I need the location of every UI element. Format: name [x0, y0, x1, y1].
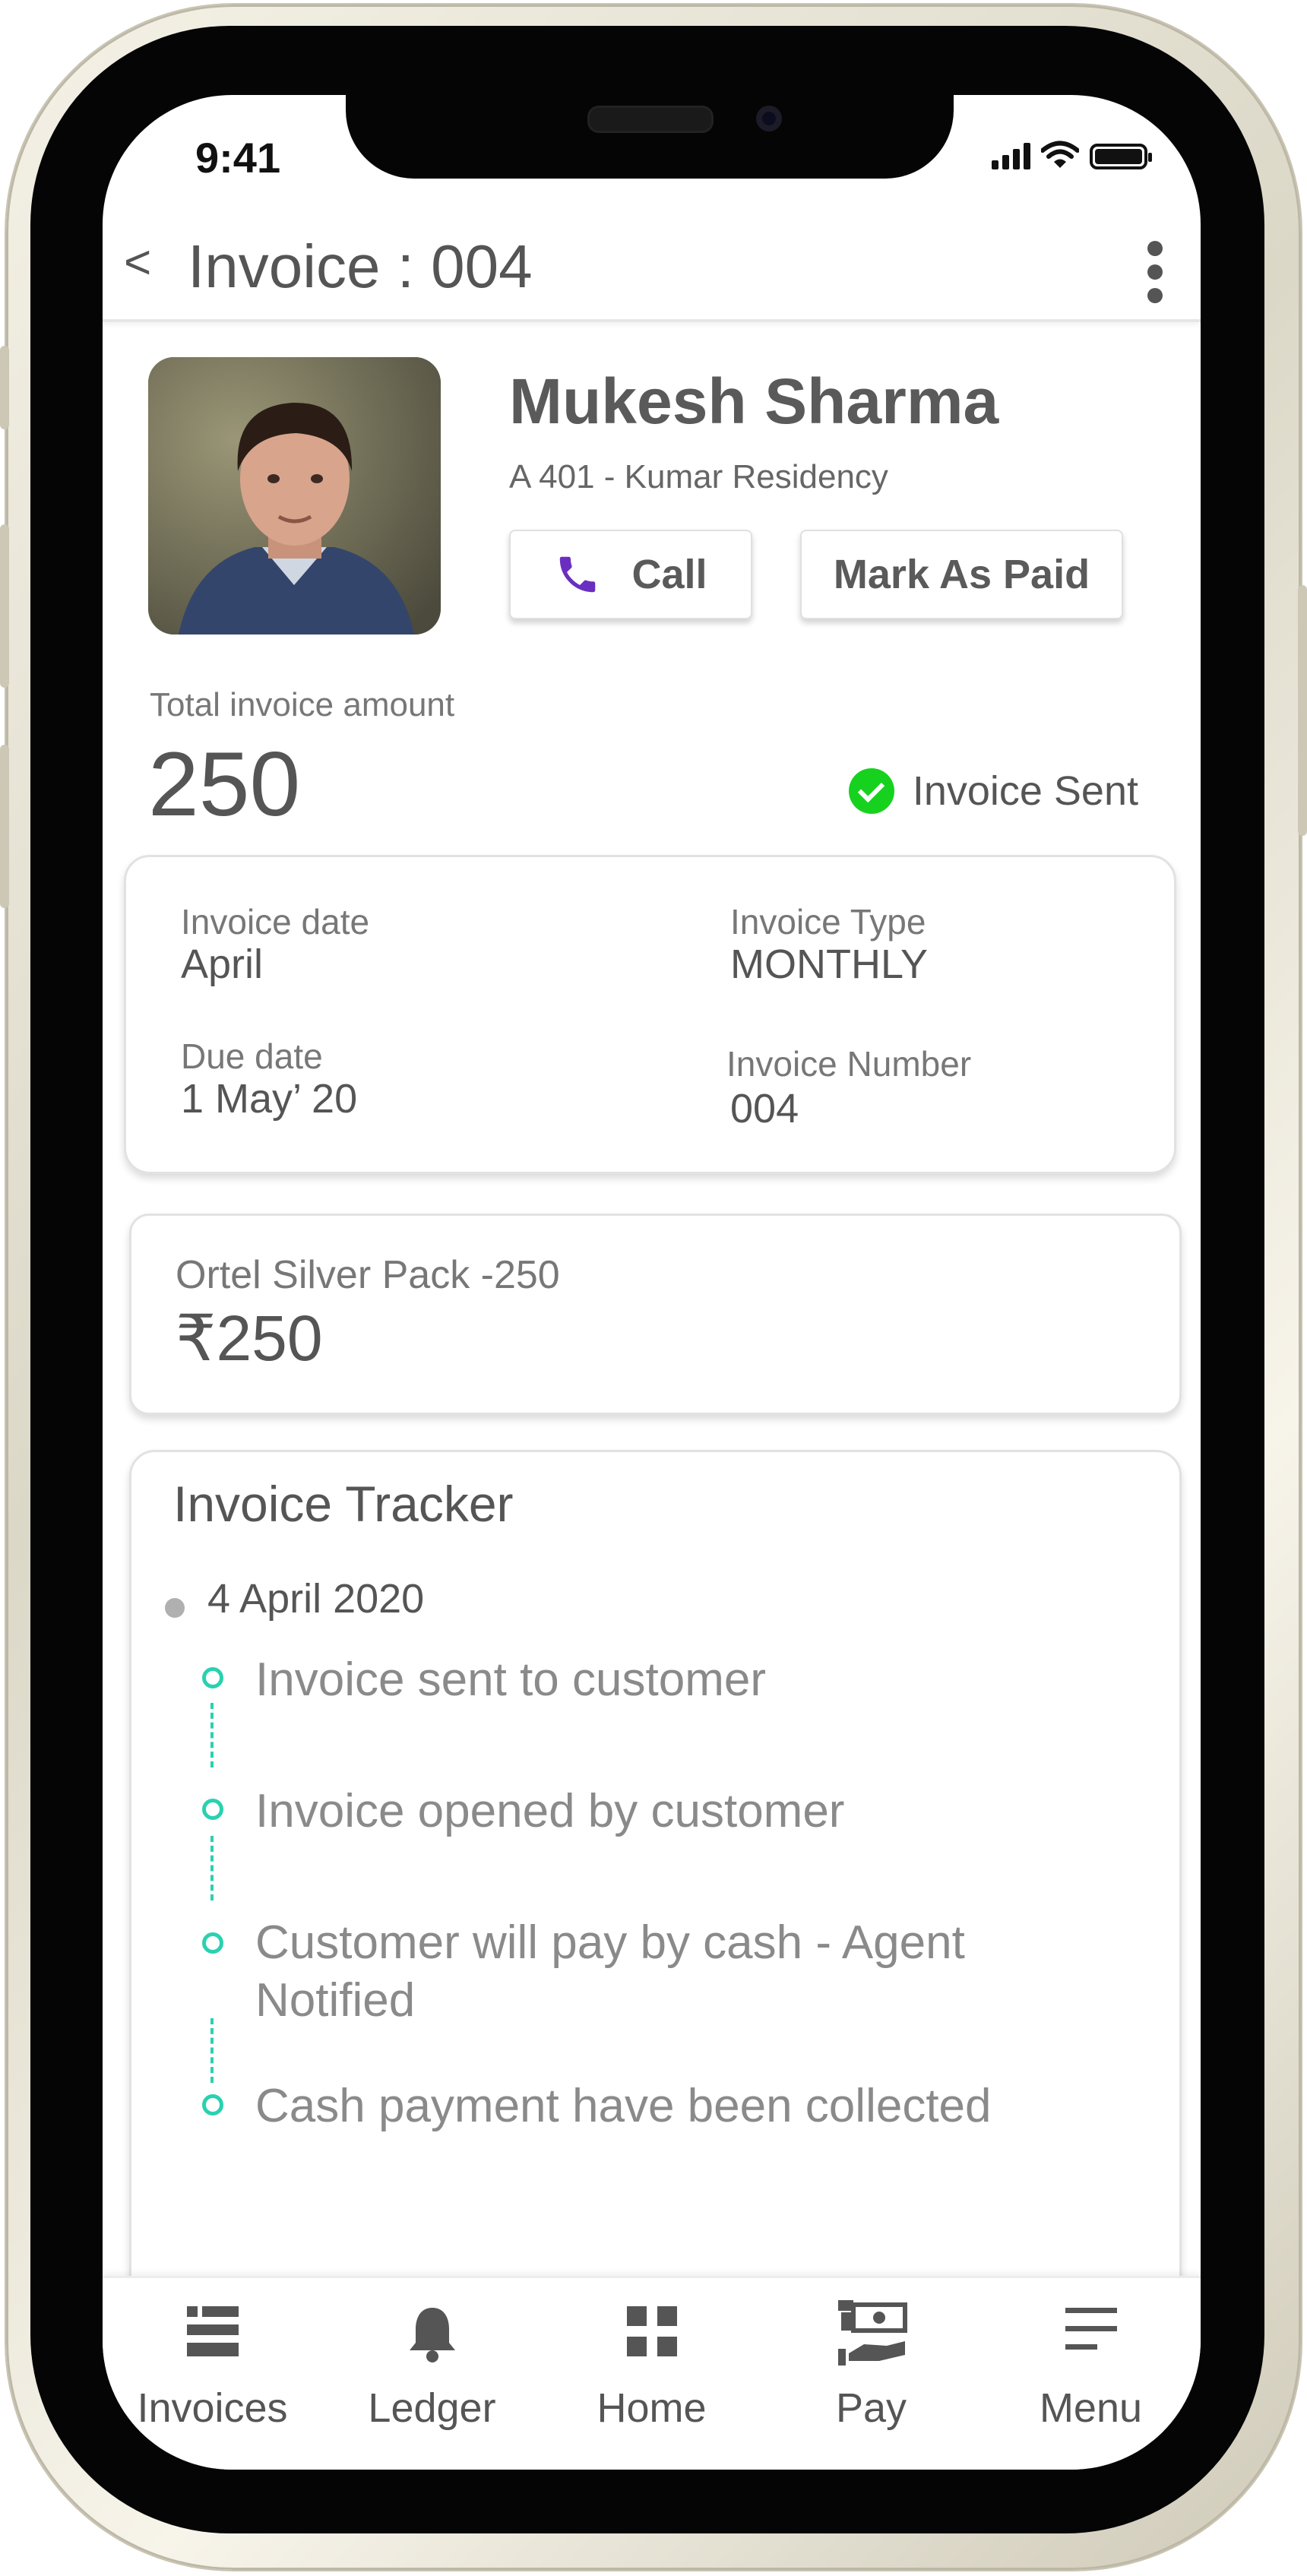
tracker-event: Cash payment have been collected [255, 2080, 992, 2132]
total-amount-label: Total invoice amount [150, 686, 455, 723]
customer-address: A 401 - Kumar Residency [509, 458, 888, 495]
due-date-value: 1 May’ 20 [181, 1076, 358, 1122]
invoice-type-label: Invoice Type [730, 902, 926, 941]
invoice-date-label: Invoice date [181, 902, 370, 941]
front-camera [756, 106, 782, 131]
notch [346, 95, 954, 179]
nav-invoices-label: Invoices [137, 2385, 288, 2431]
pack-name: Ortel Silver Pack -250 [176, 1253, 560, 1297]
volume-up-button [0, 524, 9, 688]
mark-as-paid-button[interactable]: Mark As Paid [800, 530, 1123, 619]
speaker [587, 106, 714, 133]
nav-pay[interactable]: Pay [761, 2278, 981, 2470]
battery-icon [1090, 144, 1152, 169]
tracker-event-dot [202, 2094, 223, 2116]
more-options-icon[interactable] [1147, 241, 1164, 303]
invoice-type-value: MONTHLY [730, 941, 929, 987]
tracker-date-dot [165, 1598, 185, 1618]
tracker-event: Customer will pay by cash - Agent Notifi… [255, 1916, 965, 2027]
customer-photo [148, 357, 441, 635]
nav-home-label: Home [597, 2385, 707, 2431]
call-button[interactable]: Call [509, 530, 752, 619]
nav-ledger[interactable]: Ledger [322, 2278, 542, 2470]
nav-invoices[interactable]: Invoices [103, 2278, 322, 2470]
check-circle-icon [848, 768, 894, 814]
tracker-event-dot [202, 1667, 223, 1688]
call-label: Call [631, 552, 707, 597]
home-grid-icon [626, 2306, 677, 2356]
nav-menu[interactable]: Menu [981, 2278, 1201, 2470]
tracker-event: Invoice opened by customer [255, 1785, 845, 1837]
invoice-number-label: Invoice Number [726, 1044, 972, 1084]
silent-switch [0, 346, 9, 429]
app-header: < Invoice : 004 [103, 217, 1201, 322]
customer-name: Mukesh Sharma [509, 366, 999, 437]
page-title: Invoice : 004 [188, 233, 533, 300]
power-button [1298, 585, 1307, 836]
bottom-nav: Invoices Ledger Home Pay Menu [103, 2276, 1201, 2470]
pack-card: Ortel Silver Pack -250 ₹250 [129, 1214, 1182, 1415]
status-icons [992, 141, 1152, 169]
invoice-number-value: 004 [730, 1086, 799, 1131]
menu-icon [1065, 2308, 1117, 2350]
app-screen: 9:41 < Invoice : 004 Mukesh Sharma A 401… [103, 95, 1201, 2470]
invoice-details-card: Invoice date April Invoice Type MONTHLY … [124, 855, 1176, 1174]
tracker-event-dot [202, 1799, 223, 1820]
tracker-connector [210, 1703, 214, 1767]
wifi-icon [1041, 141, 1079, 168]
avatar [148, 357, 441, 635]
pack-price: ₹250 [176, 1302, 323, 1374]
tracker-event-dot [202, 1932, 223, 1954]
tracker-connector [210, 2018, 214, 2083]
nav-home[interactable]: Home [542, 2278, 761, 2470]
phone-icon [560, 556, 596, 593]
invoice-tracker-card: Invoice Tracker 4 April 2020 Invoice sen… [129, 1450, 1182, 2386]
volume-down-button [0, 745, 9, 908]
invoice-status-label: Invoice Sent [912, 768, 1138, 814]
total-amount-value: 250 [148, 733, 301, 835]
signal-icon [992, 142, 1030, 169]
nav-pay-label: Pay [835, 2385, 907, 2431]
tracker-title: Invoice Tracker [173, 1476, 514, 1532]
bell-icon [409, 2308, 455, 2362]
tracker-event: Invoice sent to customer [255, 1654, 766, 1706]
invoices-icon [186, 2306, 239, 2356]
status-time: 9:41 [195, 134, 281, 182]
due-date-label: Due date [181, 1036, 323, 1076]
invoice-status: Invoice Sent [848, 767, 1138, 815]
tracker-date: 4 April 2020 [207, 1576, 425, 1622]
nav-menu-label: Menu [1039, 2385, 1143, 2431]
tracker-connector [210, 1836, 214, 1900]
back-button[interactable]: < [124, 236, 151, 290]
pay-hand-icon [837, 2300, 907, 2366]
invoice-date-value: April [181, 941, 264, 987]
nav-ledger-label: Ledger [368, 2385, 496, 2431]
